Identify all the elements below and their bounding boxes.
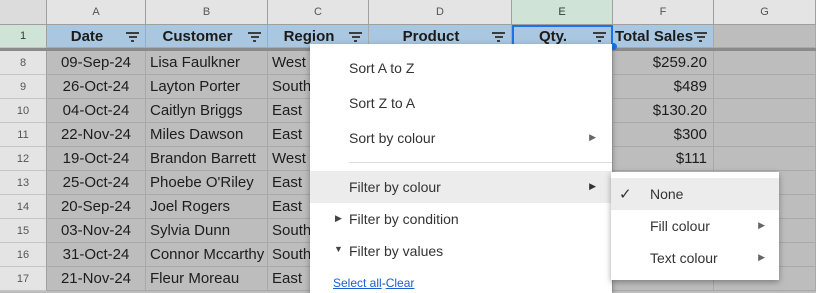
submenu-arrow-icon: ▶ <box>758 220 765 230</box>
date-cell[interactable]: 26-Oct-24 <box>47 75 146 99</box>
submenu-arrow-icon: ▶ <box>589 132 596 142</box>
date-cell[interactable]: 03-Nov-24 <box>47 219 146 243</box>
filter-dropdown-menu: Sort A to Z Sort Z to A Sort by colour ▶… <box>310 44 612 293</box>
expand-triangle-icon: ▶ <box>335 213 342 223</box>
customer-cell[interactable]: Phoebe O'Riley <box>146 171 268 195</box>
column-header-bar: A B C D E F G <box>0 0 816 25</box>
column-header-g[interactable]: G <box>714 0 816 25</box>
row-number[interactable]: 16 <box>0 243 47 267</box>
submenu-item-label: Text colour <box>650 250 718 266</box>
filter-by-colour-item[interactable]: Filter by colour ▶ <box>310 171 612 203</box>
date-cell[interactable]: 31-Oct-24 <box>47 243 146 267</box>
empty-cell[interactable] <box>714 99 816 123</box>
row-number[interactable]: 17 <box>0 267 47 291</box>
date-cell[interactable]: 21-Nov-24 <box>47 267 146 291</box>
customer-cell[interactable]: Miles Dawson <box>146 123 268 147</box>
column-header-b[interactable]: B <box>146 0 268 25</box>
customer-cell[interactable]: Caitlyn Briggs <box>146 99 268 123</box>
customer-cell[interactable]: Brandon Barrett <box>146 147 268 171</box>
date-cell[interactable]: 04-Oct-24 <box>47 99 146 123</box>
column-header-f[interactable]: F <box>613 0 714 25</box>
total-sales-cell[interactable]: $300 <box>613 123 714 147</box>
sort-z-to-a-item[interactable]: Sort Z to A <box>310 87 612 119</box>
sort-a-to-z-item[interactable]: Sort A to Z <box>310 52 612 84</box>
column-header-a[interactable]: A <box>47 0 146 25</box>
filter-icon[interactable] <box>694 32 707 42</box>
filter-icon[interactable] <box>492 32 505 42</box>
header-label-qty: Qty. <box>538 27 568 45</box>
filter-by-values-item[interactable]: ▼ Filter by values <box>310 235 612 267</box>
colour-none-item[interactable]: ✓ None <box>611 178 779 210</box>
menu-divider <box>349 162 612 163</box>
row-number[interactable]: 11 <box>0 123 47 147</box>
submenu-arrow-icon: ▶ <box>758 252 765 262</box>
column-header-d[interactable]: D <box>369 0 512 25</box>
filter-by-condition-item[interactable]: ▶ Filter by condition <box>310 203 612 235</box>
empty-cell[interactable] <box>714 51 816 75</box>
header-label-product: Product <box>402 27 460 45</box>
filter-icon[interactable] <box>126 32 139 42</box>
clear-link[interactable]: Clear <box>386 276 415 290</box>
customer-cell[interactable]: Sylvia Dunn <box>146 219 268 243</box>
date-cell[interactable]: 09-Sep-24 <box>47 51 146 75</box>
sort-by-colour-item[interactable]: Sort by colour ▶ <box>310 122 612 154</box>
text-colour-item[interactable]: Text colour ▶ <box>611 242 779 274</box>
collapse-triangle-icon: ▼ <box>334 244 343 254</box>
menu-item-label: Filter by condition <box>349 211 459 227</box>
menu-item-label: Sort by colour <box>349 130 436 146</box>
menu-item-label: Filter by values <box>349 243 444 259</box>
check-icon: ✓ <box>619 186 632 203</box>
filter-icon[interactable] <box>349 32 362 42</box>
total-sales-cell[interactable]: $130.20 <box>613 99 714 123</box>
customer-cell[interactable]: Joel Rogers <box>146 195 268 219</box>
row-number[interactable]: 14 <box>0 195 47 219</box>
row-number[interactable]: 10 <box>0 99 47 123</box>
customer-cell[interactable]: Layton Porter <box>146 75 268 99</box>
filter-by-colour-submenu: ✓ None Fill colour ▶ Text colour ▶ <box>611 172 779 280</box>
fill-colour-item[interactable]: Fill colour ▶ <box>611 210 779 242</box>
empty-cell[interactable] <box>714 147 816 171</box>
date-cell[interactable]: 19-Oct-24 <box>47 147 146 171</box>
menu-item-label: Sort A to Z <box>349 60 415 76</box>
empty-cell[interactable] <box>714 75 816 99</box>
filter-icon[interactable] <box>248 32 261 42</box>
column-header-c[interactable]: C <box>268 0 369 25</box>
total-sales-cell[interactable]: $489 <box>613 75 714 99</box>
customer-cell[interactable]: Lisa Faulkner <box>146 51 268 75</box>
date-cell[interactable]: 20-Sep-24 <box>47 195 146 219</box>
empty-cell[interactable] <box>714 25 816 48</box>
row-number[interactable]: 15 <box>0 219 47 243</box>
total-sales-cell[interactable]: $259.20 <box>613 51 714 75</box>
date-cell[interactable]: 22-Nov-24 <box>47 123 146 147</box>
select-all-corner[interactable] <box>0 0 47 25</box>
row-number[interactable]: 9 <box>0 75 47 99</box>
row-number[interactable]: 13 <box>0 171 47 195</box>
header-cell-total-sales[interactable]: Total Sales <box>613 25 714 48</box>
row-number[interactable]: 12 <box>0 147 47 171</box>
submenu-item-label: None <box>650 186 684 202</box>
select-all-link[interactable]: Select all <box>333 276 382 290</box>
date-cell[interactable]: 25-Oct-24 <box>47 171 146 195</box>
menu-item-label: Filter by colour <box>349 179 441 195</box>
row-number[interactable]: 8 <box>0 51 47 75</box>
submenu-item-label: Fill colour <box>650 218 710 234</box>
header-label-total-sales: Total Sales <box>614 27 694 45</box>
empty-cell[interactable] <box>714 123 816 147</box>
column-header-e[interactable]: E <box>512 0 613 25</box>
total-sales-cell[interactable]: $111 <box>613 147 714 171</box>
header-label-customer: Customer <box>162 27 233 45</box>
header-label-region: Region <box>283 27 335 45</box>
header-label-date: Date <box>70 27 104 45</box>
select-clear-links: Select all-Clear <box>333 276 414 290</box>
menu-item-label: Sort Z to A <box>349 95 416 111</box>
customer-cell[interactable]: Fleur Moreau <box>146 267 268 291</box>
header-cell-date[interactable]: Date <box>47 25 146 48</box>
customer-cell[interactable]: Connor Mccarthy <box>146 243 268 267</box>
row-number[interactable]: 1 <box>0 25 47 48</box>
submenu-arrow-icon: ▶ <box>589 181 596 191</box>
filter-icon[interactable] <box>593 32 606 42</box>
header-cell-customer[interactable]: Customer <box>146 25 268 48</box>
